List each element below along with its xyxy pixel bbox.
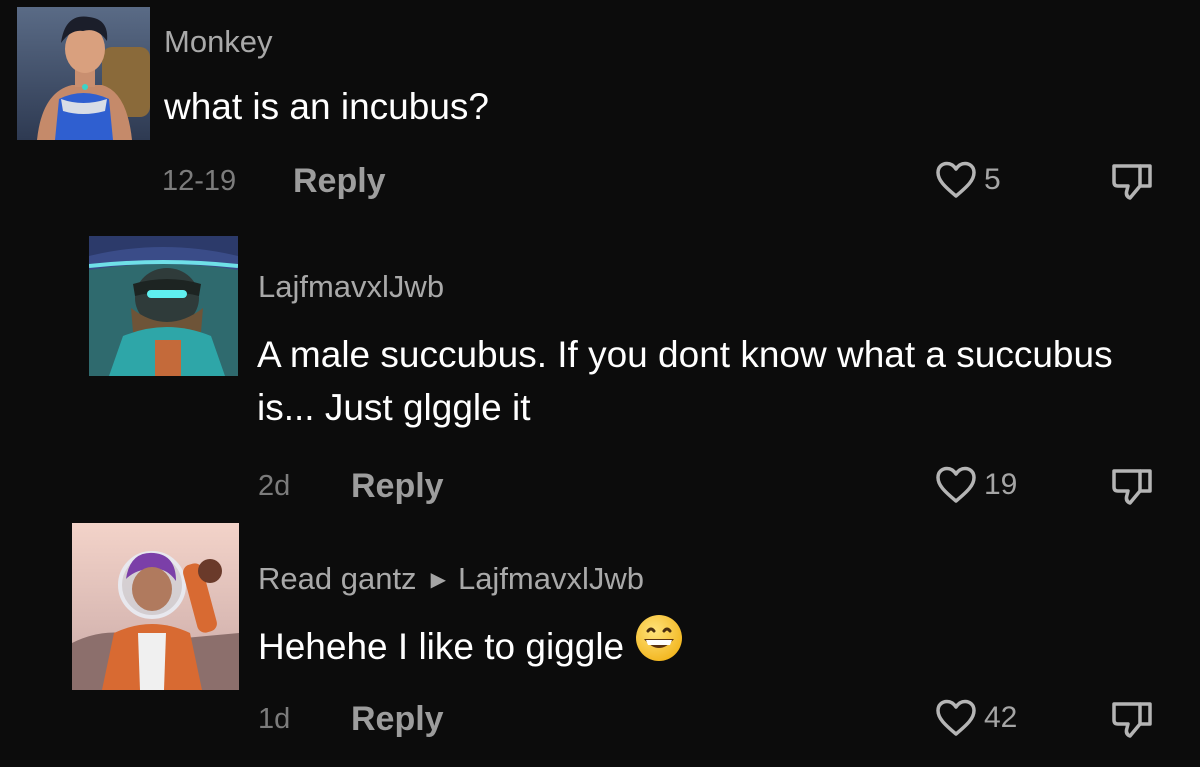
comment-text: what is an incubus? — [164, 86, 489, 127]
dislike-button[interactable] — [1110, 160, 1154, 207]
comment-username[interactable]: LajfmavxlJwb — [258, 269, 444, 305]
dislike-button[interactable] — [1110, 465, 1154, 512]
avatar[interactable] — [89, 236, 238, 376]
like-button[interactable]: 42 — [934, 698, 1017, 738]
triangle-right-icon: ▶ — [430, 569, 446, 591]
reply-button[interactable]: Reply — [351, 700, 444, 739]
like-button[interactable]: 5 — [934, 160, 1001, 200]
thumbs-down-outline-icon — [1112, 164, 1152, 200]
comment-text: Hehehe I like to giggle — [258, 615, 684, 681]
heart-outline-icon — [936, 466, 976, 503]
comment-timestamp: 1d — [258, 703, 291, 735]
avatar[interactable] — [17, 7, 150, 140]
replied-to-username[interactable]: LajfmavxlJwb — [458, 561, 644, 596]
like-count: 42 — [984, 701, 1018, 734]
reply-button[interactable]: Reply — [293, 162, 386, 201]
comment-timestamp: 2d — [258, 470, 291, 502]
reply-button[interactable]: Reply — [351, 467, 444, 506]
comment-username: Read gantz ▶ LajfmavxlJwb — [258, 561, 644, 597]
comment-text-content: Hehehe I like to giggle — [258, 625, 625, 667]
comment-username[interactable]: Monkey — [164, 24, 273, 60]
heart-outline-icon — [936, 699, 976, 736]
like-count: 5 — [984, 163, 1001, 196]
comment-text: A male succubus. If you dont know what a… — [257, 334, 1113, 428]
dislike-button[interactable] — [1110, 698, 1154, 745]
like-count: 19 — [984, 468, 1018, 501]
thumbs-down-outline-icon — [1112, 469, 1152, 505]
reply-author-name[interactable]: Read gantz — [258, 561, 417, 596]
heart-outline-icon — [936, 161, 976, 198]
avatar[interactable] — [72, 523, 239, 690]
like-button[interactable]: 19 — [934, 465, 1017, 505]
thumbs-down-outline-icon — [1112, 702, 1152, 738]
grinning-face-emoji — [634, 613, 684, 677]
comment-timestamp: 12-19 — [162, 165, 237, 197]
